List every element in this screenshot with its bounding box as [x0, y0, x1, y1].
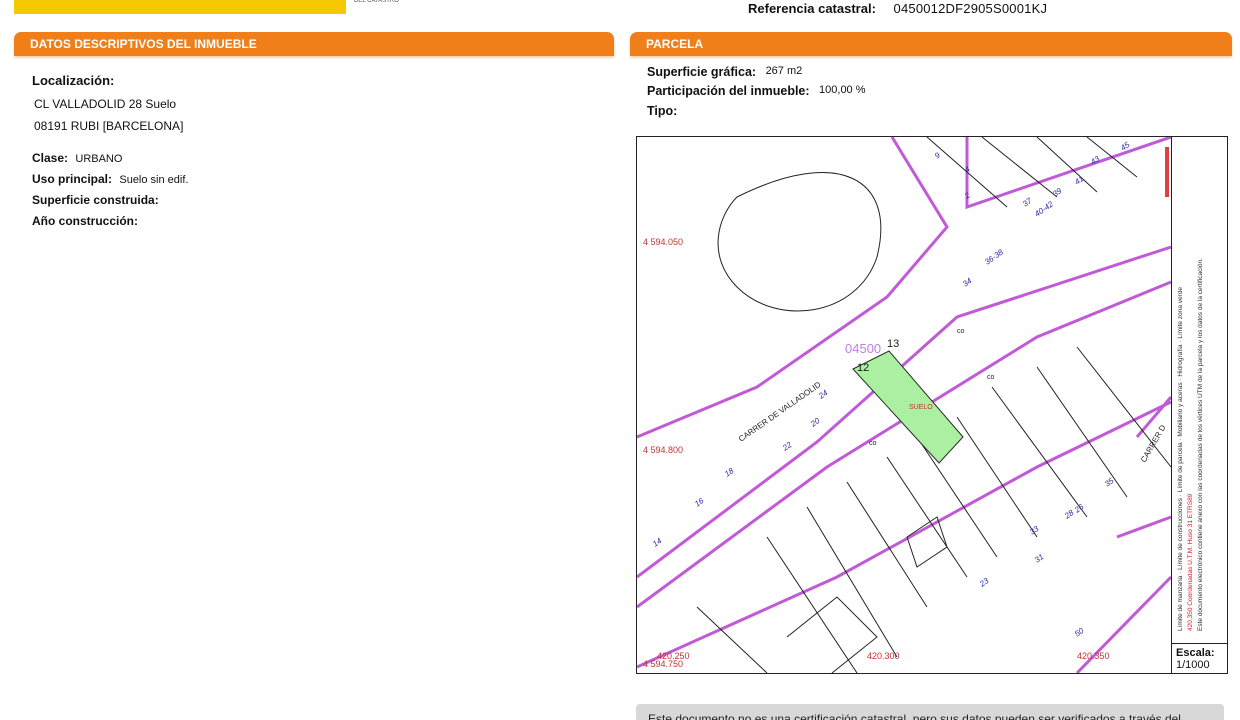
house-number: 36-38 [983, 247, 1005, 266]
field-class: Clase: URBANO [32, 151, 122, 165]
house-number: 2 [962, 190, 972, 201]
coord-y-mid: 4 594.800 [643, 445, 683, 455]
house-number: 39 [1051, 186, 1064, 199]
parcel-lines-low [696, 506, 898, 673]
legend-manzana: Límite de manzana [1177, 575, 1184, 631]
legend-hidrografia: Hidrografía [1177, 344, 1184, 377]
legend-coords-note: 420,350 Coordenadas U.T.M. Huso 31 ETRS8… [1187, 493, 1194, 631]
verification-note: Este documento no es una certificación c… [636, 704, 1224, 720]
section-header-descriptive: DATOS DESCRIPTIVOS DEL INMUEBLE [14, 32, 614, 56]
type-label: Tipo: [647, 104, 678, 118]
house-number: 14 [651, 536, 664, 549]
coord-x-mid: 420.300 [867, 651, 900, 661]
field-main-use: Uso principal: Suelo sin edif. [32, 172, 188, 186]
map-scale: Escala: 1/1000 [1171, 643, 1227, 673]
house-number: 18 [723, 466, 736, 479]
reference-label: Referencia catastral: [748, 1, 876, 16]
main-use-label: Uso principal: [32, 172, 113, 186]
field-built-area: Superficie construida: [32, 193, 159, 207]
house-number: 16 [693, 496, 706, 509]
construction-year-label: Año construcción: [32, 214, 139, 228]
field-type: Tipo: [647, 104, 677, 118]
house-number: 20 [808, 416, 822, 429]
park-outline [717, 172, 882, 312]
parcel-label: SUELO [909, 404, 933, 411]
map-legend: Límite de manzana · Límite de construcci… [1171, 137, 1227, 643]
legend-parcela: Límite de parcela [1177, 442, 1184, 493]
coord-y-top: 4 594.050 [643, 237, 683, 247]
graphic-area-label: Superficie gráfica: [647, 65, 757, 79]
address-line-1: CL VALLADOLID 28 Suelo [34, 97, 177, 111]
house-number: 37 [1021, 196, 1034, 209]
legend-text: Límite de manzana · Límite de construcci… [1177, 258, 1204, 631]
cadastral-reference: Referencia catastral: 0450012DF2905S0001… [748, 1, 1047, 16]
logo-subtext: DEL CATASTRO [354, 0, 399, 4]
legend-zona-verde: Límite zona verde [1177, 287, 1184, 339]
reference-value: 0450012DF2905S0001KJ [893, 1, 1048, 16]
house-number: 22 [780, 440, 794, 453]
participation-value: 100,00 % [819, 84, 866, 96]
parcel-lines-top [926, 137, 1138, 208]
house-number: 40-42 [1033, 199, 1055, 218]
house-number: 31 [1033, 552, 1045, 564]
address-line-2: 08191 RUBI [BARCELONA] [34, 119, 184, 133]
house-number: 34 [961, 276, 974, 289]
parcel-ref: 04500 [845, 341, 881, 356]
cadastral-map: 4 594.050 4 594.800 4 594.750 420.250 42… [636, 136, 1228, 674]
field-construction-year: Año construcción: [32, 214, 138, 228]
house-number: 41 [1073, 174, 1085, 186]
catastro-logo [14, 0, 346, 14]
building-small [906, 516, 948, 568]
scale-label: Escala: [1176, 647, 1215, 659]
scale-value: 1/1000 [1176, 659, 1210, 671]
house-number: 9 [933, 150, 942, 160]
legend-mobiliario: Mobiliario y aceras [1177, 382, 1184, 437]
built-area-label: Superficie construida: [32, 193, 159, 207]
block-limit-lower [637, 400, 1171, 669]
co-label: co [957, 328, 965, 335]
co-label: co [987, 374, 995, 381]
field-participation: Participación del inmueble: 100,00 % [647, 84, 866, 98]
neighbor-number: 13 [887, 338, 899, 350]
legend-doc-note: Este documento electrónico contiene anex… [1197, 258, 1204, 631]
co-label: co [869, 440, 877, 447]
house-number: 50 [1073, 626, 1086, 639]
location-label: Localización: [32, 73, 115, 88]
coord-x-left: 420.250 [657, 651, 690, 661]
graphic-area-value: 267 m2 [765, 65, 803, 77]
class-label: Clase: [32, 151, 69, 165]
main-use-value: Suelo sin edif. [119, 174, 189, 186]
parcel-number: 12 [857, 362, 869, 374]
section-header-parcel: PARCELA [630, 32, 1232, 56]
class-value: URBANO [75, 153, 123, 165]
block-limit-top [965, 137, 1171, 210]
map-drawing: 4 594.050 4 594.800 4 594.750 420.250 42… [637, 137, 1171, 673]
coord-x-right: 420.350 [1077, 651, 1110, 661]
legend-construcciones: Límite de construcciones [1177, 498, 1184, 570]
house-number: 23 [977, 576, 991, 589]
field-graphic-area: Superficie gráfica: 267 m2 [647, 65, 802, 79]
participation-label: Participación del inmueble: [647, 84, 810, 98]
